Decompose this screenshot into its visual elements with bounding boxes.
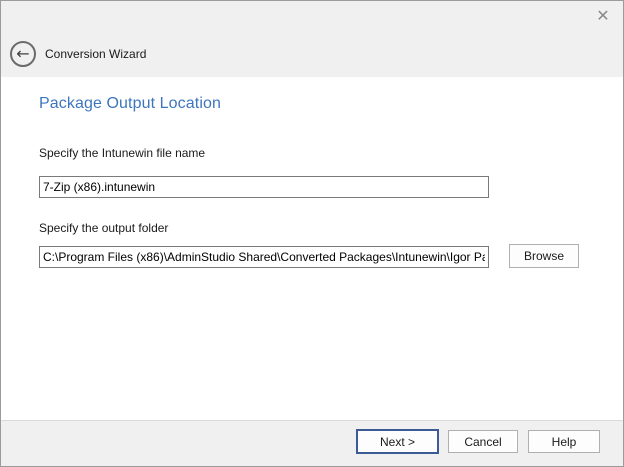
close-icon[interactable]: ✕ [591,5,615,29]
browse-button[interactable]: Browse [509,244,579,268]
page-title: Package Output Location [39,95,221,113]
help-button[interactable]: Help [528,430,600,453]
cancel-button[interactable]: Cancel [448,430,518,453]
wizard-header: ✕ ← Conversion Wizard [1,1,623,77]
intunewin-file-name-input[interactable] [39,176,489,198]
output-folder-input[interactable] [39,246,489,268]
output-folder-label: Specify the output folder [39,221,168,235]
next-button[interactable]: Next > [356,429,439,454]
intunewin-file-name-label: Specify the Intunewin file name [39,146,205,160]
conversion-wizard-dialog: ✕ ← Conversion Wizard Package Output Loc… [0,0,624,467]
wizard-title: Conversion Wizard [45,47,146,61]
back-arrow-icon[interactable]: ← [10,41,36,67]
